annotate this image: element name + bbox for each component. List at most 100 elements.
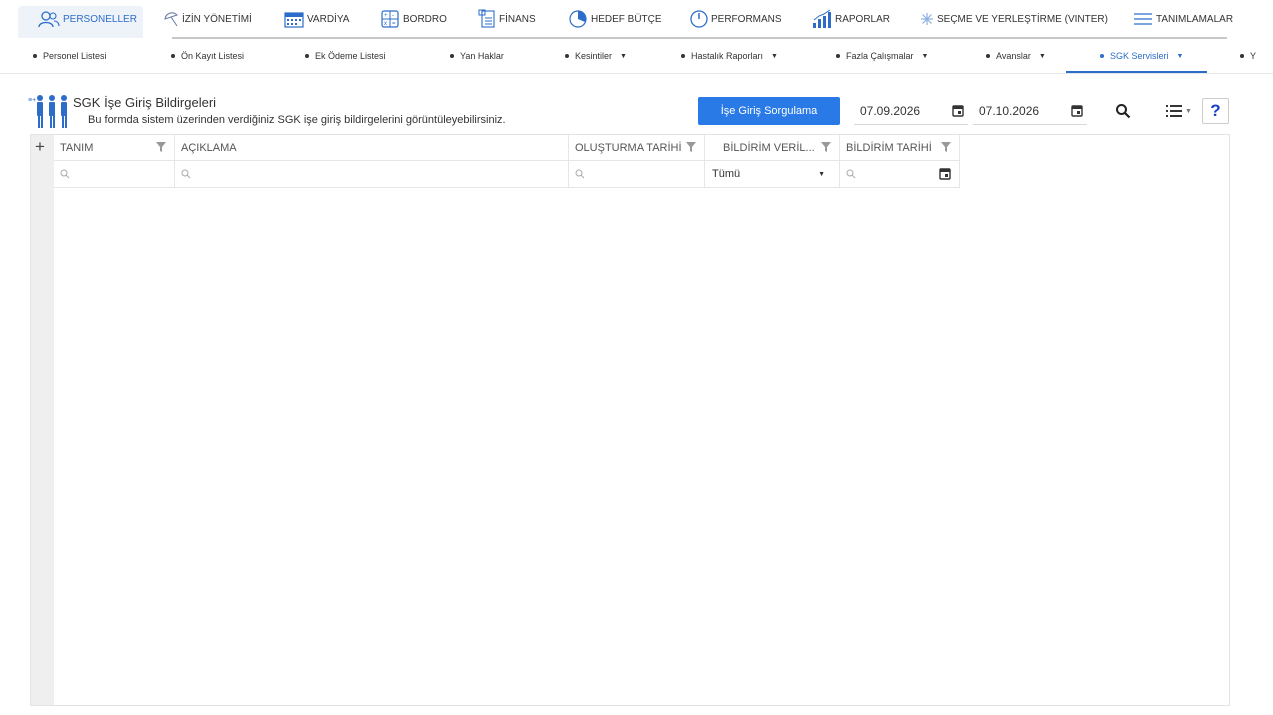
subnav-label: Fazla Çalışmalar	[846, 51, 914, 61]
filter-select-bildirim-verildi[interactable]: Tümü ▼	[705, 161, 840, 188]
subnav-hastalik-raporlari[interactable]: Hastalık Raporları ▼	[681, 51, 778, 61]
search-icon	[846, 169, 856, 179]
grid-row-header-column	[31, 135, 54, 705]
nav-label: SEÇME VE YERLEŞTİRME (VINTER)	[937, 13, 1108, 25]
filter-icon[interactable]	[941, 142, 951, 155]
caret-down-icon: ▼	[818, 171, 825, 178]
sub-navigation: Personel Listesi Ön Kayıt Listesi Ek Öde…	[0, 40, 1273, 74]
subnav-kesintiler[interactable]: Kesintiler ▼	[565, 51, 627, 61]
bullet-icon	[565, 54, 569, 58]
pie-chart-icon	[568, 10, 588, 28]
snowflake-icon	[920, 12, 934, 26]
subnav-overflow-item[interactable]: Y	[1240, 51, 1256, 61]
column-header-label: BİLDİRİM TARİHİ	[846, 141, 932, 154]
people-icon	[38, 10, 60, 28]
subnav-sgk-servisleri[interactable]: SGK Servisleri ▼	[1100, 51, 1183, 61]
caret-down-icon: ▼	[1176, 52, 1184, 60]
bullet-icon	[171, 54, 175, 58]
column-header-bildirim-verildi[interactable]: BİLDİRİM VERİL...	[705, 135, 840, 161]
column-header-tanim[interactable]: TANIM	[54, 135, 175, 161]
bullet-icon	[450, 54, 454, 58]
nav-secme-yerlestirme[interactable]: SEÇME VE YERLEŞTİRME (VINTER)	[920, 8, 1108, 30]
nav-raporlar[interactable]: RAPORLAR	[812, 8, 890, 30]
data-grid: + TANIM AÇIKLAMA OLUŞTURMA TARİHİ BİLDİR…	[30, 134, 1230, 706]
ise-giris-sorgulama-button[interactable]: İşe Giriş Sorgulama	[698, 97, 840, 125]
caret-down-icon: ▼	[620, 52, 627, 60]
filter-icon[interactable]	[686, 142, 696, 155]
list-icon	[1166, 105, 1183, 117]
search-icon	[60, 169, 70, 179]
end-date-field[interactable]: 07.10.2026	[973, 97, 1087, 125]
subnav-personel-listesi[interactable]: Personel Listesi	[33, 51, 107, 61]
filter-icon[interactable]	[821, 142, 831, 155]
subnav-on-kayit-listesi[interactable]: Ön Kayıt Listesi	[171, 51, 244, 61]
start-date-value: 07.09.2026	[860, 103, 921, 118]
column-header-bildirim-tarihi[interactable]: BİLDİRİM TARİHİ	[840, 135, 960, 161]
bullet-icon	[681, 54, 685, 58]
nav-performans[interactable]: PERFORMANS	[690, 8, 782, 30]
column-header-aciklama[interactable]: AÇIKLAMA	[175, 135, 569, 161]
column-header-label: TANIM	[60, 141, 94, 154]
subnav-ek-odeme-listesi[interactable]: Ek Ödeme Listesi	[305, 51, 386, 61]
calendar-icon	[284, 10, 304, 28]
nav-label: PERFORMANS	[711, 13, 782, 25]
bullet-icon	[33, 54, 37, 58]
search-button[interactable]	[1110, 98, 1136, 124]
subnav-avanslar[interactable]: Avanslar ▼	[986, 51, 1046, 61]
calendar-icon[interactable]	[939, 168, 951, 180]
menu-icon	[1133, 12, 1153, 26]
nav-tanimlamalar[interactable]: TANIMLAMALAR	[1133, 8, 1233, 30]
filter-input-tanim[interactable]	[54, 161, 175, 188]
nav-label: İZİN YÖNETİMİ	[182, 13, 252, 25]
page-title: SGK İşe Giriş Bildirgeleri	[73, 95, 217, 110]
help-button[interactable]: ?	[1202, 98, 1229, 124]
nav-label: PERSONELLER	[63, 13, 137, 25]
main-navigation: PERSONELLER İZİN YÖNETİMİ VARDİYA + - x = B…	[0, 0, 1273, 39]
filter-icon[interactable]	[156, 142, 166, 155]
svg-text:+: +	[384, 13, 388, 19]
start-date-field[interactable]: 07.09.2026	[854, 97, 968, 125]
subnav-label: Avanslar	[996, 51, 1031, 61]
nav-izin-yonetimi[interactable]: İZİN YÖNETİMİ	[163, 8, 252, 30]
search-icon	[575, 169, 585, 179]
nav-bordro[interactable]: + - x = BORDRO	[380, 8, 447, 30]
bullet-icon	[986, 54, 990, 58]
active-subnav-indicator	[1066, 71, 1207, 73]
nav-label: BORDRO	[403, 13, 447, 25]
add-row-button[interactable]: +	[35, 137, 45, 157]
filter-select-value: Tümü	[712, 168, 741, 180]
nav-hedef-butce[interactable]: HEDEF BÜTÇE	[568, 8, 662, 30]
search-icon	[181, 169, 191, 179]
column-header-label: OLUŞTURMA TARİHİ	[575, 141, 682, 154]
employees-icon: ≡+	[28, 92, 70, 130]
calendar-icon[interactable]	[952, 105, 964, 120]
filter-input-olusturma-tarihi[interactable]	[569, 161, 705, 188]
subnav-label: Personel Listesi	[43, 51, 107, 61]
calendar-icon[interactable]	[1071, 105, 1083, 120]
filter-input-aciklama[interactable]	[175, 161, 569, 188]
filter-input-bildirim-tarihi[interactable]	[840, 161, 960, 188]
nav-label: HEDEF BÜTÇE	[591, 13, 662, 25]
svg-text:=: =	[392, 21, 396, 27]
end-date-value: 07.10.2026	[979, 103, 1040, 118]
bullet-icon	[836, 54, 840, 58]
subnav-label: SGK Servisleri	[1110, 51, 1169, 61]
column-header-label: BİLDİRİM VERİL...	[723, 141, 815, 154]
nav-finans[interactable]: FİNANS	[478, 8, 536, 30]
subnav-label: Kesintiler	[575, 51, 613, 61]
subnav-fazla-calismalar[interactable]: Fazla Çalışmalar ▼	[836, 51, 928, 61]
column-header-olusturma-tarihi[interactable]: OLUŞTURMA TARİHİ	[569, 135, 705, 161]
bullet-icon	[1100, 54, 1104, 58]
svg-text:x: x	[384, 21, 387, 27]
nav-vardiya[interactable]: VARDİYA	[284, 8, 349, 30]
subnav-yan-haklar[interactable]: Yan Haklar	[450, 51, 504, 61]
gauge-icon	[690, 10, 708, 28]
subnav-label: Y	[1250, 51, 1257, 61]
caret-down-icon: ▼	[771, 52, 778, 60]
svg-text:≡+: ≡+	[28, 97, 36, 104]
svg-text:-: -	[392, 13, 394, 19]
umbrella-icon	[163, 11, 179, 27]
list-view-menu-button[interactable]: ▼	[1162, 98, 1196, 124]
nav-personeller[interactable]: PERSONELLER	[38, 8, 137, 30]
caret-down-icon: ▼	[1038, 52, 1046, 60]
